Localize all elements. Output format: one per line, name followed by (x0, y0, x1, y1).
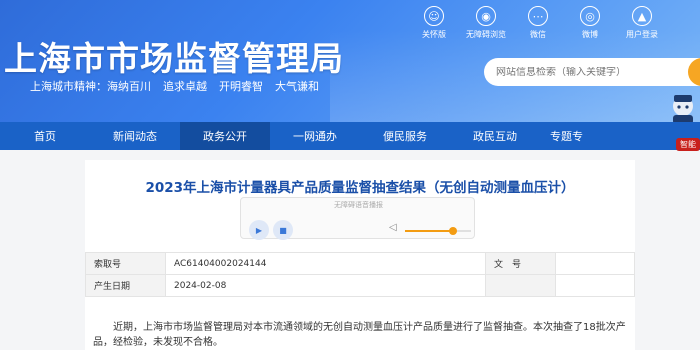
toolbar-label: 无障碍浏览 (466, 30, 506, 39)
volume-fill (405, 230, 453, 232)
index-label: 索取号 (85, 252, 166, 275)
stop-button[interactable]: ■ (273, 220, 293, 240)
eye-icon: ◉ (476, 6, 496, 26)
toolbar-label: 微博 (582, 30, 598, 39)
empty-cell (485, 274, 556, 297)
city-spirit-item: 海纳百川 (107, 80, 151, 93)
toolbar-label: 用户登录 (626, 30, 658, 39)
doc-number-label: 文 号 (485, 252, 556, 275)
search-box (484, 58, 700, 86)
table-row: 产生日期 2024-02-08 (85, 274, 635, 297)
user-login-button[interactable]: ▲ 用户登录 (616, 6, 668, 40)
volume-icon: ◁ (389, 222, 397, 233)
nav-item-news[interactable]: 新闻动态 (90, 122, 180, 150)
site-header: 上海市市场监督管理局 上海城市精神：海纳百川 追求卓越 开明睿智 大气谦和 ☺ 关怀版… (0, 0, 700, 122)
header-toolbar: ☺ 关怀版 ◉ 无障碍浏览 ⋯ 微信 ◎ 微博 ▲ 用户登录 (408, 6, 668, 40)
city-spirit-item: 开明睿智 (219, 80, 263, 93)
article-body: 近期，上海市市场监督管理局对本市流通领域的无创自动测量血压计产品质量进行了监督抽… (93, 322, 626, 348)
weibo-icon: ◎ (580, 6, 600, 26)
nav-item-one-stop-service[interactable]: 一网通办 (270, 122, 360, 150)
nav-item-interaction[interactable]: 政民互动 (450, 122, 540, 150)
user-icon: ▲ (632, 6, 652, 26)
index-value: AC61404002024144 (165, 252, 486, 275)
nav-item-home[interactable]: 首页 (0, 122, 90, 150)
empty-cell (555, 274, 635, 297)
stop-icon: ■ (279, 225, 287, 235)
site-title[interactable]: 上海市市场监督管理局 (4, 32, 344, 80)
play-icon: ▶ (255, 225, 263, 235)
weibo-button[interactable]: ◎ 微博 (564, 6, 616, 40)
article-title: 2023年上海市计量器具产品质量监督抽查结果（无创自动测量血压计） (145, 180, 575, 196)
wechat-icon: ⋯ (528, 6, 548, 26)
audio-player: 无障碍语音播报 ▶ ■ ◁ (240, 197, 475, 240)
nav-item-special-topics[interactable]: 专题专 (540, 122, 600, 150)
date-label: 产生日期 (85, 274, 166, 297)
volume-slider[interactable] (405, 227, 471, 235)
main-nav: 首页 新闻动态 政务公开 一网通办 便民服务 政民互动 专题专 (0, 122, 700, 150)
nav-item-public-services[interactable]: 便民服务 (360, 122, 450, 150)
date-value: 2024-02-08 (165, 274, 486, 297)
document-meta-table: 索取号 AC61404002024144 文 号 产生日期 2024-02-08 (85, 252, 635, 297)
wechat-button[interactable]: ⋯ 微信 (512, 6, 564, 40)
elder-care-mode-button[interactable]: ☺ 关怀版 (408, 6, 460, 40)
accessibility-button[interactable]: ◉ 无障碍浏览 (460, 6, 512, 40)
nav-item-government-affairs[interactable]: 政务公开 (180, 122, 270, 150)
assistant-robot-icon[interactable] (666, 92, 700, 122)
toolbar-label: 微信 (530, 30, 546, 39)
toolbar-label: 关怀版 (422, 30, 446, 39)
volume-knob[interactable] (448, 227, 457, 235)
doc-number-value (555, 252, 635, 275)
elder-care-icon: ☺ (424, 6, 444, 26)
table-row: 索取号 AC61404002024144 文 号 (85, 252, 635, 275)
search-input[interactable] (496, 66, 676, 78)
city-spirit-item: 大气谦和 (275, 80, 319, 93)
city-spirit: 上海城市精神：海纳百川 追求卓越 开明睿智 大气谦和 (30, 78, 331, 94)
city-spirit-item: 追求卓越 (163, 80, 207, 93)
play-button[interactable]: ▶ (249, 220, 269, 240)
city-spirit-label: 上海城市精神： (30, 80, 107, 93)
smart-assistant-badge[interactable]: 智能 (676, 138, 700, 151)
article-panel: 2023年上海市计量器具产品质量监督抽查结果（无创自动测量血压计） 无障碍语音播… (85, 160, 635, 350)
audio-player-title: 无障碍语音播报 (334, 201, 383, 209)
